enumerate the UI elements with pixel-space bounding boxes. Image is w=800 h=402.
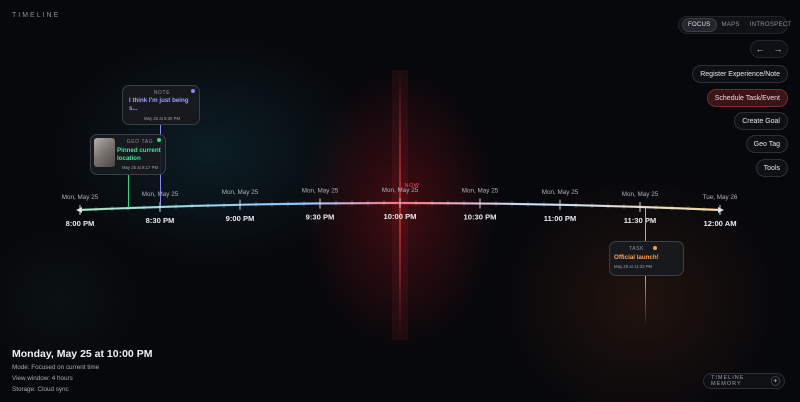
tick-date-label: Mon, May 25 (62, 194, 99, 201)
task-connector (645, 208, 646, 242)
timeline-axis[interactable]: Mon, May 25 8:00 PM Mon, May 25 8:30 PM Mon,… (0, 0, 800, 402)
timeline-memory-button[interactable]: TIMELINE MEMORY + (703, 373, 785, 389)
view-window-status: View window: 4 hours (12, 375, 73, 382)
timeline-memory-label: TIMELINE MEMORY (711, 375, 745, 387)
tick-time-label: 10:00 PM (384, 212, 417, 221)
geo-tag-dot-icon (157, 138, 161, 142)
tick-time-label: 11:30 PM (624, 216, 657, 225)
task-connector-tail (645, 276, 646, 326)
current-datetime: Monday, May 25 at 10:00 PM (12, 348, 153, 360)
note-event-card[interactable]: NOTE I think I'm just being s... May 25 … (122, 85, 200, 125)
task-event-card[interactable]: TASK Official launch! May 25 at 11:33 PM (609, 241, 684, 276)
timeline-end-arrow-icon (718, 207, 724, 213)
note-dot-icon (191, 89, 195, 93)
task-dot-icon (653, 246, 657, 250)
event-type-label: NOTE (153, 90, 171, 96)
tick-date-label: Mon, May 25 (542, 189, 579, 196)
event-title: Pinned current location (117, 147, 161, 162)
timeline-stage: TIMELINE FOCUS MAPS INTROSPECT ← → Regis… (0, 0, 800, 402)
tick-time-label: 10:30 PM (464, 212, 497, 221)
location-photo-thumbnail (94, 138, 115, 167)
tick-time-label: 9:30 PM (306, 212, 335, 221)
tick-date-label: Mon, May 25 (462, 187, 499, 194)
event-timestamp: May 25 at 11:33 PM (614, 264, 653, 269)
tick-date-label: Mon, May 25 (302, 187, 339, 194)
event-title: Official launch! (614, 254, 659, 261)
tick-date-label: Mon, May 25 (622, 191, 659, 198)
storage-status: Storage: Cloud sync (12, 386, 69, 393)
tick-date-label: Tue, May 26 (703, 194, 738, 201)
event-type-label: TASK (629, 246, 645, 252)
geo-tag-event-card[interactable]: GEO TAG Pinned current location May 25 a… (90, 134, 166, 175)
now-label: NOW (405, 183, 420, 189)
tick-time-label: 11:00 PM (544, 214, 577, 223)
tick-time-label: 12:00 AM (703, 219, 736, 228)
event-title: I think I'm just being s... (129, 97, 189, 112)
timeline-start-arrow-icon (76, 207, 82, 213)
mode-status: Mode: Focused on current time (12, 364, 100, 371)
tick-time-label: 8:00 PM (66, 219, 95, 228)
event-timestamp: May 25 at 8:17 PM (121, 165, 159, 170)
geo-tag-connector (128, 175, 129, 208)
tick-time-label: 8:30 PM (146, 216, 175, 225)
add-icon[interactable]: + (770, 376, 780, 386)
tick-date-label: Mon, May 25 (222, 189, 259, 196)
event-timestamp: May 25 at 8:30 PM (143, 116, 181, 121)
tick-time-label: 9:00 PM (226, 214, 255, 223)
